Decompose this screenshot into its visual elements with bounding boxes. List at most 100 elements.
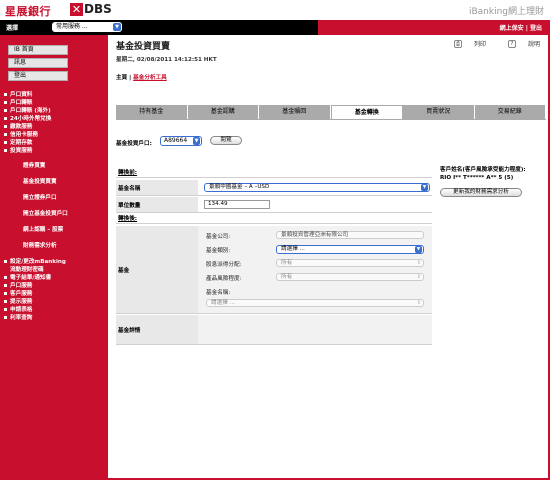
datetime: 星期二, 02/08/2011 14:12:51 HKT [116, 57, 217, 63]
fund-name2-value: 請選擇 ... [211, 300, 235, 306]
sidebar-subitem-securities[interactable]: 證券買賣 [23, 161, 45, 169]
logo-x-icon: ✕ [70, 3, 83, 16]
print-label: 列印 [474, 41, 487, 48]
units-label: 單位數量 [116, 197, 198, 212]
company-label: 基金公司: [206, 234, 231, 240]
sidebar-logout-button[interactable]: 登出 [8, 71, 68, 81]
help-icon: ? [507, 39, 516, 48]
sidebar-item-fx[interactable]: 24小時外幣兌換 [4, 114, 51, 122]
sidebar-item-account-info[interactable]: 戶口資料 [4, 90, 32, 98]
sidebar: IB 首頁 訊息 登出 戶口資料 戶口轉賬 戶口轉賬 (海外) 24小時外幣兌換… [0, 35, 108, 480]
customer-risk-title: 客戶姓名(客戶風險承受能力程度): [440, 167, 526, 173]
tab-redeem[interactable]: 基金贖回 [259, 105, 331, 119]
logo-chinese: 星展銀行 [5, 5, 51, 18]
sidebar-item-mobile-password[interactable]: 流動理財密碼 [10, 265, 44, 273]
units-field[interactable]: 134.49 [204, 200, 270, 209]
units-row: 單位數量 134.49 [116, 197, 432, 213]
risk-value: 所有 [281, 274, 293, 280]
quick-service-select[interactable]: 常用服務 ... ▼ [52, 22, 122, 32]
fund-name2-select[interactable]: 請選擇 ... ⇕ [206, 299, 424, 307]
print-button[interactable]: ⎙ 列印 [444, 39, 486, 48]
fund-name-select[interactable]: 景順中國基金 – A –USD ▼ [204, 183, 430, 192]
units-cell: 134.49 [198, 197, 432, 212]
customer-name: RIO I** T****** A** 5 (5) [440, 175, 514, 181]
tab-underline [116, 119, 546, 120]
fund-name-value: 景順中國基金 – A –USD [209, 184, 270, 190]
fund-row: 基金 基金公司: 景順投資管理亞洲有限公司 基金類別: 請選擇 ... ▼ 股息… [116, 226, 432, 314]
category-select[interactable]: 請選擇 ... ▼ [276, 245, 424, 254]
sidebar-item-bill-payment[interactable]: 繳款服務 [4, 122, 32, 130]
sidebar-subitem-open-fund[interactable]: 開立基金投資戶口 [23, 209, 68, 217]
sidebar-item-mbanking[interactable]: 設定/更改mBanking [4, 257, 66, 265]
sidebar-subitem-ipo[interactable]: 網上認購 – 股票 [23, 225, 63, 233]
sidebar-subitem-financial-needs[interactable]: 財務需求分析 [23, 241, 57, 249]
chevron-updown-icon: ⇕ [416, 274, 421, 280]
ibanking-title: iBanking網上理財 [468, 7, 544, 17]
chevron-updown-icon: ⇕ [416, 260, 421, 266]
chevron-down-icon: ▼ [113, 23, 121, 31]
dividend-label: 股息派得分配: [206, 262, 242, 268]
sidebar-subitem-fund-trading[interactable]: 基金投資買賣 [23, 177, 57, 185]
logo-dbs: DBS [84, 2, 112, 16]
page-title: 基金投資買賣 [116, 42, 171, 52]
crumb-fund-analysis-link[interactable]: 基金分析工具 [133, 75, 167, 81]
security-logout-link[interactable]: 網上保安 | 登出 [500, 23, 542, 32]
header: 星展銀行 ✕ DBS iBanking網上理財 [0, 0, 550, 20]
tab-switch[interactable]: 基金轉換 [330, 105, 403, 119]
chevron-down-icon: ▼ [415, 246, 422, 253]
chevron-down-icon: ▼ [421, 184, 428, 191]
category-value: 請選擇 ... [281, 246, 305, 252]
sidebar-item-time-deposit[interactable]: 定期存款 [4, 138, 32, 146]
quick-service-value: 常用服務 ... [56, 23, 88, 30]
sidebar-item-alerts[interactable]: 提示服務 [4, 297, 32, 305]
sidebar-item-account-services[interactable]: 戶口服務 [4, 281, 32, 289]
sidebar-messages-button[interactable]: 訊息 [8, 58, 68, 68]
fund-name-cell: 景順中國基金 – A –USD ▼ [198, 180, 432, 195]
help-label: 說明 [527, 41, 540, 48]
main-content: 基金投資買賣 星期二, 02/08/2011 14:12:51 HKT ⎙ 列印 … [108, 35, 546, 478]
sidebar-item-customer-services[interactable]: 客戶服務 [4, 289, 32, 297]
from-section-heading: 轉換前: [116, 168, 432, 178]
dividend-value: 所有 [281, 260, 293, 266]
chevron-down-icon: ▼ [193, 137, 200, 145]
sidebar-item-transfer-overseas[interactable]: 戶口轉賬 (海外) [4, 106, 51, 114]
sidebar-ib-home-button[interactable]: IB 首頁 [8, 45, 68, 55]
fund-label: 基金 [116, 226, 198, 313]
fund-name2-label: 基金名稱: [206, 290, 231, 296]
fund-name-row: 基金名稱 景順中國基金 – A –USD ▼ [116, 180, 432, 196]
sidebar-item-transfer[interactable]: 戶口轉賬 [4, 98, 32, 106]
chevron-updown-icon: ⇕ [416, 300, 421, 306]
tools: ⎙ 列印 ? 說明 [434, 39, 540, 48]
tab-history[interactable]: 交易紀錄 [474, 105, 546, 119]
tab-subscribe[interactable]: 基金認購 [187, 105, 259, 119]
tab-status[interactable]: 買賣狀況 [403, 105, 475, 119]
dividend-select[interactable]: 所有 ⇕ [276, 259, 424, 267]
top-bar: 選擇 常用服務 ... ▼ 網上保安 | 登出 [0, 20, 550, 35]
sidebar-item-investment[interactable]: 投資服務 [4, 146, 32, 154]
category-label: 基金類別: [206, 248, 231, 254]
to-section-heading: 轉換後: [116, 214, 432, 224]
details-row: 基金詳情 [116, 315, 432, 345]
sidebar-item-credit-card[interactable]: 信用卡服務 [4, 130, 38, 138]
tab-holdings[interactable]: 持有基金 [116, 105, 188, 119]
risk-select[interactable]: 所有 ⇕ [276, 273, 424, 281]
help-button[interactable]: ? 說明 [498, 39, 540, 48]
sidebar-item-estatement[interactable]: 電子結單/通知書 [4, 273, 51, 281]
sidebar-item-forms[interactable]: 申請表格 [4, 305, 32, 313]
risk-label: 產品風險程度: [206, 276, 242, 282]
account-value: A89664 [164, 137, 188, 144]
sidebar-item-rates[interactable]: 利率查詢 [4, 313, 32, 321]
company-field: 景順投資管理亞洲有限公司 [276, 231, 424, 239]
fund-cell: 基金公司: 景順投資管理亞洲有限公司 基金類別: 請選擇 ... ▼ 股息派得分… [198, 226, 432, 313]
tab-bar: 持有基金 基金認購 基金贖回 基金轉換 買賣狀況 交易紀錄 [116, 105, 546, 119]
printer-icon: ⎙ [454, 39, 463, 48]
browse-button[interactable]: 閱覽 [210, 136, 242, 145]
details-cell [198, 315, 432, 344]
sidebar-subitem-open-securities[interactable]: 開立證券戶口 [23, 193, 57, 201]
select-label: 選擇 [6, 25, 19, 32]
account-label: 基金投資戶口: [116, 141, 152, 147]
account-select[interactable]: A89664 ▼ [160, 136, 202, 146]
crumb-home[interactable]: 主頁 [116, 75, 127, 81]
breadcrumb: 主頁 | 基金分析工具 [116, 73, 167, 81]
update-needs-analysis-button[interactable]: 更新我的財務需求分析 [440, 188, 522, 197]
